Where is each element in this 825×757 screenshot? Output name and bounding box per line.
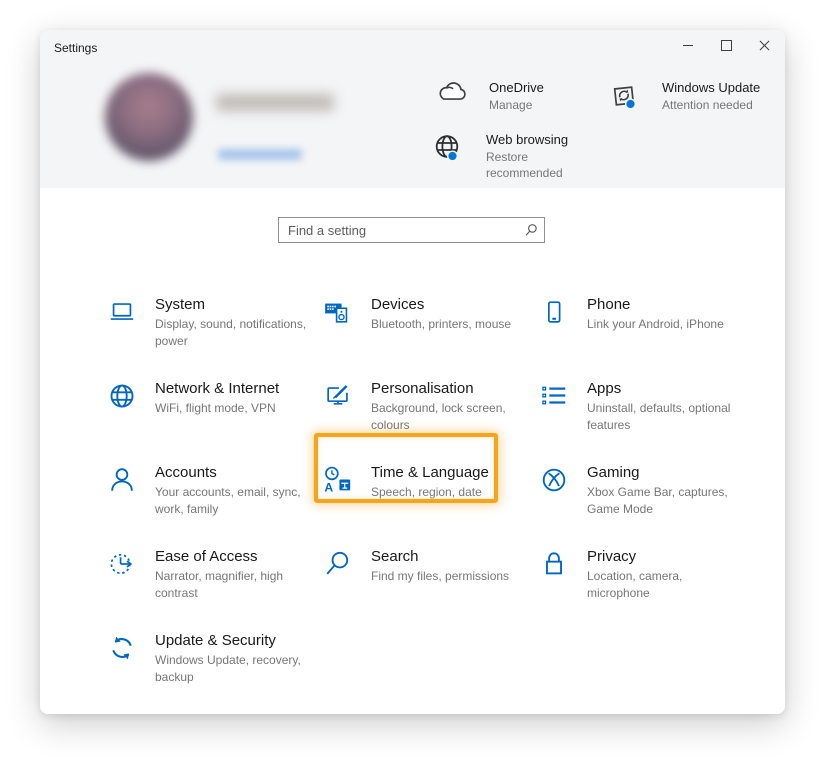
person-icon	[107, 465, 139, 540]
tile-title: Search	[371, 548, 509, 565]
tile-privacy[interactable]: Privacy Location, camera, microphone	[532, 540, 748, 624]
settings-home: System Display, sound, notifications, po…	[40, 188, 785, 714]
cloud-icon	[435, 80, 469, 104]
tile-title: System	[155, 296, 313, 313]
tile-apps[interactable]: Apps Uninstall, defaults, optional featu…	[532, 372, 748, 456]
tile-update-security[interactable]: Update & Security Windows Update, recove…	[100, 624, 316, 708]
close-button[interactable]	[745, 30, 783, 60]
tile-description: Xbox Game Bar, captures, Game Mode	[587, 484, 745, 517]
tile-title: Network & Internet	[155, 380, 279, 397]
settings-grid: System Display, sound, notifications, po…	[100, 288, 748, 708]
window-controls	[669, 30, 783, 60]
laptop-icon	[107, 297, 139, 372]
search-icon	[524, 223, 538, 237]
status-title: Web browsing	[486, 132, 602, 147]
tile-description: Location, camera, microphone	[587, 568, 745, 601]
status-windows-update[interactable]: Windows Update Attention needed	[608, 80, 778, 114]
minimize-icon	[683, 45, 693, 46]
status-subtitle: Restore recommended	[486, 150, 602, 181]
search-box	[278, 217, 545, 243]
status-title: Windows Update	[662, 80, 778, 95]
minimize-button[interactable]	[669, 30, 707, 60]
xbox-icon	[539, 465, 571, 540]
tile-description: Background, lock screen, colours	[371, 400, 529, 433]
status-subtitle: Attention needed	[662, 98, 778, 114]
tile-description: Speech, region, date	[371, 484, 489, 501]
tile-description: Link your Android, iPhone	[587, 316, 724, 333]
tile-devices[interactable]: Devices Bluetooth, printers, mouse	[316, 288, 532, 372]
tile-description: WiFi, flight mode, VPN	[155, 400, 279, 417]
lock-icon	[539, 549, 571, 624]
status-onedrive[interactable]: OneDrive Manage	[435, 80, 605, 114]
tile-title: Update & Security	[155, 632, 313, 649]
tile-description: Uninstall, defaults, optional features	[587, 400, 745, 433]
tile-title: Time & Language	[371, 464, 489, 481]
tile-title: Phone	[587, 296, 724, 313]
user-name-blurred	[216, 94, 334, 111]
header: Settings OneDrive Manage	[40, 30, 785, 188]
search-input[interactable]	[278, 217, 545, 243]
refresh-icon	[107, 633, 139, 708]
close-icon	[759, 40, 770, 51]
window-title: Settings	[54, 41, 97, 55]
tile-title: Ease of Access	[155, 548, 313, 565]
tile-description: Find my files, permissions	[371, 568, 509, 585]
titlebar: Settings	[40, 30, 785, 60]
sync-badge-icon	[608, 80, 642, 112]
user-account-link-blurred[interactable]	[218, 149, 302, 160]
tile-personalisation[interactable]: Personalisation Background, lock screen,…	[316, 372, 532, 456]
status-title: OneDrive	[489, 80, 605, 95]
tile-description: Display, sound, notifications, power	[155, 316, 313, 349]
globe-badge-icon	[432, 132, 466, 164]
globe-icon	[107, 381, 139, 456]
tile-description: Narrator, magnifier, high contrast	[155, 568, 313, 601]
maximize-button[interactable]	[707, 30, 745, 60]
tile-network-internet[interactable]: Network & Internet WiFi, flight mode, VP…	[100, 372, 316, 456]
tile-phone[interactable]: Phone Link your Android, iPhone	[532, 288, 748, 372]
ease-of-access-icon	[107, 549, 139, 624]
personalisation-icon	[323, 381, 355, 456]
tile-title: Gaming	[587, 464, 745, 481]
tile-system[interactable]: System Display, sound, notifications, po…	[100, 288, 316, 372]
tile-title: Devices	[371, 296, 511, 313]
status-subtitle: Manage	[489, 98, 605, 114]
tile-accounts[interactable]: Accounts Your accounts, email, sync, wor…	[100, 456, 316, 540]
tile-description: Bluetooth, printers, mouse	[371, 316, 511, 333]
maximize-icon	[721, 40, 732, 51]
phone-icon	[539, 297, 571, 372]
tile-title: Privacy	[587, 548, 745, 565]
devices-icon	[323, 297, 355, 372]
svg-text:A: A	[324, 480, 333, 494]
tile-title: Apps	[587, 380, 745, 397]
tile-ease-of-access[interactable]: Ease of Access Narrator, magnifier, high…	[100, 540, 316, 624]
tile-title: Personalisation	[371, 380, 529, 397]
settings-window: Settings OneDrive Manage	[40, 30, 785, 714]
avatar[interactable]	[105, 73, 193, 161]
apps-list-icon	[539, 381, 571, 456]
tile-time-language[interactable]: A Time & Language Speech, region, date	[316, 456, 532, 540]
tile-gaming[interactable]: Gaming Xbox Game Bar, captures, Game Mod…	[532, 456, 748, 540]
tile-search[interactable]: Search Find my files, permissions	[316, 540, 532, 624]
tile-description: Your accounts, email, sync, work, family	[155, 484, 313, 517]
tile-description: Windows Update, recovery, backup	[155, 652, 313, 685]
tile-title: Accounts	[155, 464, 313, 481]
status-web-browsing[interactable]: Web browsing Restore recommended	[432, 132, 602, 181]
clock-language-icon: A	[323, 465, 355, 540]
magnifier-icon	[323, 549, 355, 624]
